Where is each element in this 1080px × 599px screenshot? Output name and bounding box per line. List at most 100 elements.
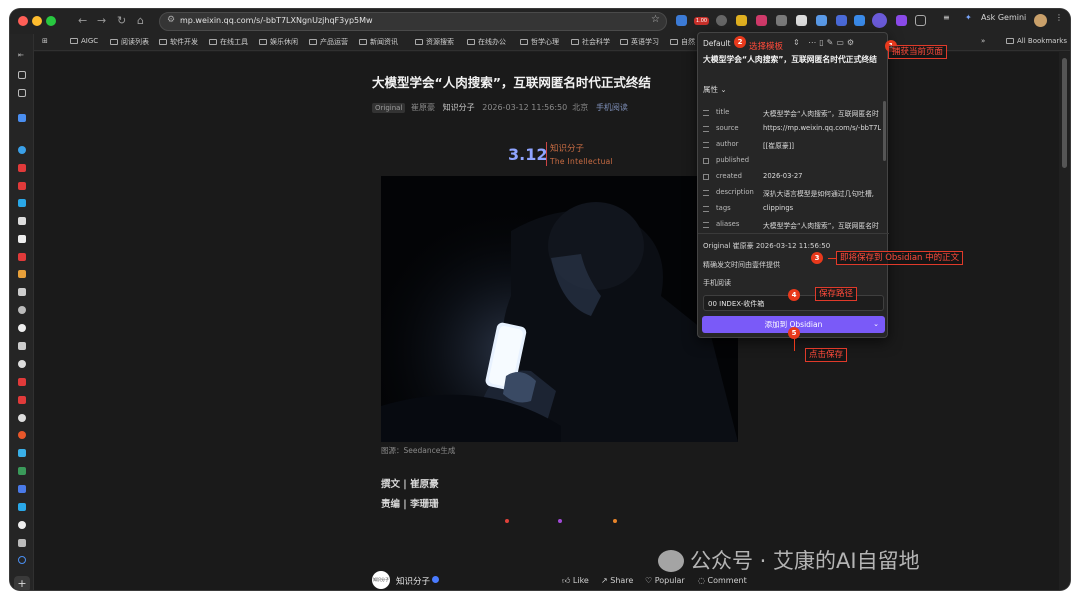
settings-icon[interactable]: ⚙ [847,38,857,47]
share-button[interactable]: ↗ Share [601,576,633,585]
property-row[interactable]: created 2026-03-27 [703,172,879,184]
address-bar[interactable]: ⚙ mp.weixin.qq.com/s/-bbT7LXNgnUzjhqF3yp… [159,12,667,31]
bookmark-star-icon[interactable]: ☆ [651,14,660,25]
extension-icon[interactable] [736,15,747,26]
youtube-icon[interactable] [18,182,26,190]
properties-header[interactable]: 属性 ⌄ [703,84,727,95]
bookmark-folder[interactable]: 在线办公 [467,37,506,47]
ask-gemini-button[interactable]: Ask Gemini [981,13,1026,22]
mobile-read-link[interactable]: 手机阅读 [596,103,628,112]
page-scrollbar[interactable] [1059,52,1070,590]
bookmark-folder[interactable]: 在线工具 [209,37,248,47]
sidebar-app-icon[interactable] [18,467,26,475]
github-icon[interactable] [18,521,26,529]
scrollbar-thumb[interactable] [1062,58,1067,168]
close-window-button[interactable] [18,16,28,26]
bilibili-icon[interactable] [18,199,26,207]
forward-arrow-icon[interactable]: → [97,12,106,30]
github-icon[interactable] [18,324,26,332]
reddit-icon[interactable] [18,431,26,439]
properties-scrollbar[interactable] [883,101,886,161]
bilibili-icon[interactable] [18,503,26,511]
account-avatar[interactable]: 知识分子 [372,571,390,589]
apps-grid-icon[interactable]: ⊞ [42,37,48,45]
maximize-window-button[interactable] [46,16,56,26]
property-row[interactable]: tags clippings [703,204,879,216]
property-row[interactable]: source https://mp.weixin.qq.com/s/-bbT7LX [703,124,881,136]
extension-badge-icon[interactable]: 1.00 [694,17,709,25]
sidebar-app-icon[interactable] [18,288,26,296]
home-icon[interactable]: ⌂ [137,12,144,30]
more-icon[interactable]: ⋯ [808,38,819,47]
comment-button[interactable]: ◌ Comment [698,576,747,585]
bookmark-folder[interactable]: 阅读列表 [110,37,149,47]
sidebar-app-icon[interactable] [18,342,26,350]
popular-button[interactable]: ♡ Popular [645,576,685,585]
bookmark-folder[interactable]: 资源搜索 [415,37,454,47]
menu-dots-icon[interactable]: ⋮ [1055,13,1063,22]
sidebar-app-icon[interactable] [18,235,26,243]
account-link[interactable]: 知识分子 [443,103,475,112]
sidebar-app-icon[interactable] [18,114,26,122]
extension-icon[interactable] [796,15,807,26]
obsidian-clipper-icon[interactable] [872,13,887,28]
extension-icon[interactable] [854,15,865,26]
bookmark-folder[interactable]: 哲学心理 [520,37,559,47]
youtube-icon[interactable] [18,378,26,386]
back-arrow-icon[interactable]: ← [78,12,87,30]
extension-icon[interactable] [816,15,827,26]
sidebar-grid-icon[interactable] [18,71,26,79]
bookmark-folder[interactable]: 英语学习 [620,37,659,47]
extensions-puzzle-icon[interactable] [915,15,926,26]
bookmark-folder[interactable]: 自然 [670,37,695,47]
all-bookmarks-button[interactable]: All Bookmarks [1006,37,1067,45]
sidebar-app-icon[interactable] [18,556,26,564]
bookmarks-overflow-button[interactable]: » [981,37,985,45]
bookmark-folder[interactable]: 软件开发 [159,37,198,47]
settings-icon[interactable] [18,306,26,314]
highlight-icon[interactable]: ✎ [827,38,837,47]
sidebar-app-icon[interactable] [18,146,26,154]
extension-icon[interactable] [716,15,727,26]
note-title[interactable]: 大模型学会“人肉搜索”，互联网匿名时代正式终结 [703,54,883,66]
youtube-icon[interactable] [18,396,26,404]
property-row[interactable]: description 深扒大语言模型是如何通过几句吐槽, [703,188,879,200]
chevron-updown-icon[interactable]: ⇕ [793,38,803,47]
docs-icon[interactable] [18,485,26,493]
extensions-icon[interactable] [18,539,26,547]
tab-search-icon[interactable]: ≡ [943,13,950,22]
like-button[interactable]: 👍︎ Like [562,576,589,586]
bookmark-folder[interactable]: 产品运营 [309,37,348,47]
gemini-icon[interactable]: ✦ [965,13,972,22]
openai-icon[interactable] [18,414,26,422]
youtube-icon[interactable] [18,253,26,261]
bookmark-folder[interactable]: 新闻资讯 [359,37,398,47]
template-select[interactable]: Default [703,39,730,48]
bookmark-folder[interactable]: 娱乐休闲 [259,37,298,47]
embed-icon[interactable]: ▭ [836,38,847,47]
footer-account-name[interactable]: 知识分子 [396,575,430,587]
sidebar-toggle-icon[interactable]: ⇤ [18,51,24,59]
property-row[interactable]: title 大模型学会“人肉搜索”，互联网匿名时 [703,108,879,120]
reader-icon[interactable]: ▯ [819,38,826,47]
extension-icon[interactable] [756,15,767,26]
sidebar-translate-icon[interactable] [18,89,26,97]
property-row[interactable]: aliases 大模型学会“人肉搜索”，互联网匿名时 [703,220,879,232]
property-row[interactable]: published [703,156,879,168]
extension-icon[interactable] [676,15,687,26]
property-row[interactable]: author [[崔原豪]] [703,140,879,152]
profile-avatar[interactable] [1034,14,1047,27]
chevron-down-icon[interactable]: ⌄ [873,316,879,333]
youtube-icon[interactable] [18,164,26,172]
sidebar-app-icon[interactable] [18,217,26,225]
extension-icon[interactable] [836,15,847,26]
bookmark-folder[interactable]: 社会科学 [571,37,610,47]
gmail-icon[interactable] [18,270,26,278]
bookmark-folder[interactable]: AIGC [70,37,98,45]
extension-icon[interactable] [896,15,907,26]
reload-icon[interactable]: ↻ [117,12,126,30]
sidebar-app-icon[interactable] [18,449,26,457]
minimize-window-button[interactable] [32,16,42,26]
site-info-icon[interactable]: ⚙ [167,15,175,25]
extension-icon[interactable] [776,15,787,26]
